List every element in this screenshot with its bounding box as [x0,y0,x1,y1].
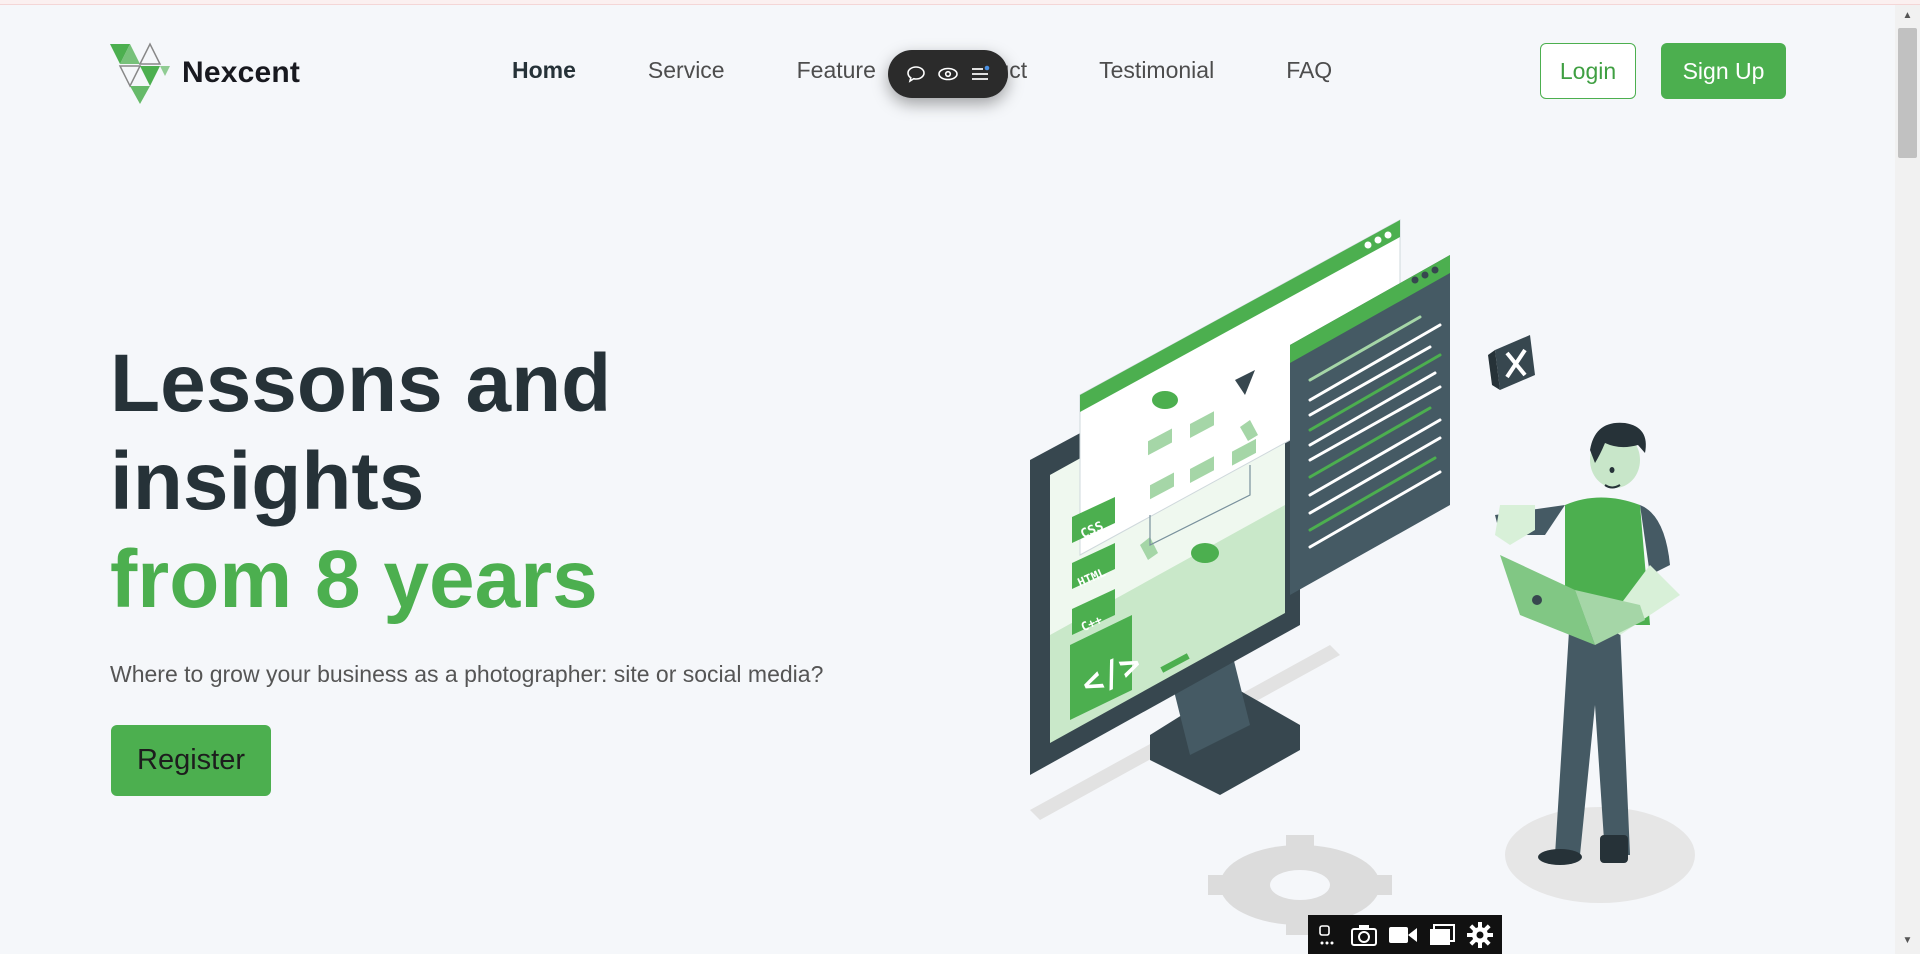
person-figure [1495,422,1680,865]
login-button[interactable]: Login [1540,43,1636,99]
settings-gear-icon[interactable] [1466,920,1494,950]
nav-home[interactable]: Home [512,57,576,84]
close-cube-icon [1488,335,1535,390]
camera-icon[interactable] [1350,920,1378,950]
hero-title: Lessons and insights from 8 years [110,335,910,629]
capture-toolbar [1308,915,1502,954]
hero-title-line2: insights [110,436,425,527]
developer-illustration: CSS HTML C++ </> [1030,219,1695,935]
floating-annotation-toolbar [888,50,1008,98]
register-button[interactable]: Register [111,725,271,796]
scrollbar-thumb[interactable] [1898,28,1917,158]
eye-icon[interactable] [935,61,961,87]
brand-name: Nexcent [182,56,301,89]
nexcent-logo-icon [110,42,170,104]
hero-title-line1: Lessons and [110,338,612,429]
landing-page: Nexcent Home Service Feature Product Tes… [0,5,1895,954]
window-icon[interactable] [1428,920,1456,950]
hero-subtitle: Where to grow your business as a photogr… [110,661,824,687]
hero-title-accent: from 8 years [110,534,598,625]
nav-testimonial[interactable]: Testimonial [1099,57,1214,84]
scroll-down-arrow-icon[interactable]: ▼ [1899,933,1916,947]
nav-faq[interactable]: FAQ [1286,57,1332,84]
menu-icon[interactable] [967,61,993,87]
nav-service[interactable]: Service [648,57,725,84]
scroll-up-arrow-icon[interactable]: ▲ [1899,8,1916,22]
comment-icon[interactable] [903,61,929,87]
nav-feature[interactable]: Feature [797,57,876,84]
video-icon[interactable] [1388,920,1418,950]
extension-icon[interactable] [1316,920,1340,950]
signup-button[interactable]: Sign Up [1661,43,1786,99]
brand-logo[interactable]: Nexcent [110,40,300,106]
